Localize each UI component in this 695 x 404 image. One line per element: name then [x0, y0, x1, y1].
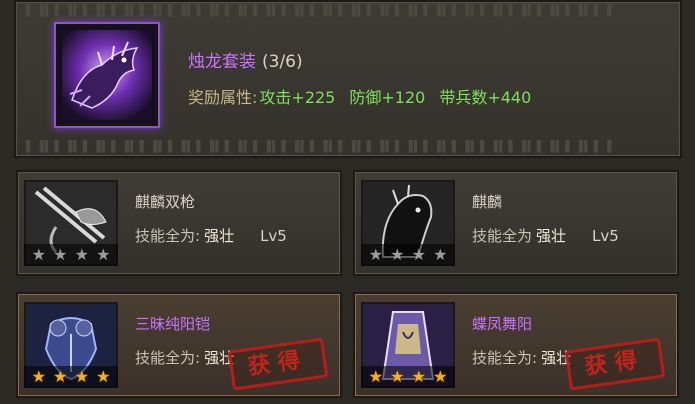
item-card-banner[interactable]: ★ ★ ★ ★ 蝶凤舞阳 技能全为: 强壮 获得 — [353, 292, 679, 398]
item-card-qilin[interactable]: ★ ★ ★ ★ 麒麟 技能全为 强壮 Lv5 — [353, 170, 679, 276]
set-name: 烛龙套装 — [188, 52, 256, 72]
skill-label: 技能全为: — [135, 349, 201, 367]
obtained-stamp: 获得 — [227, 337, 329, 391]
star-icon: ★ — [411, 367, 426, 386]
item-name: 麒麟 — [472, 193, 503, 211]
star-icon: ★ — [390, 245, 405, 264]
bonus-label: 奖励属性: — [188, 88, 258, 107]
item-card-spears[interactable]: ★ ★ ★ ★ 麒麟双枪 技能全为: 强壮 Lv5 — [16, 170, 342, 276]
star-icon: ★ — [411, 245, 426, 264]
star-icon: ★ — [96, 245, 111, 264]
star-rating: ★ ★ ★ ★ — [24, 244, 118, 266]
skill-value: 强壮 — [536, 227, 567, 245]
background-texture: ▌▐▍▌▐▍▌▐▍▌▐▍▌▐▍▌▐▍▌▐▍▌▐▍▌▐▍▌▐▍▌▐▍▌▐▍▌▐▍▌… — [26, 4, 613, 17]
bonus-troops: 带兵数+440 — [439, 88, 532, 107]
star-icon: ★ — [368, 367, 383, 386]
item-card-armor[interactable]: ★ ★ ★ ★ 三昧纯阳铠 技能全为: 强壮 获得 — [16, 292, 342, 398]
star-icon: ★ — [31, 367, 46, 386]
bonus-attack: 攻击+225 — [259, 88, 336, 107]
skill-line: 技能全为 强壮 Lv5 — [472, 225, 619, 246]
obtained-stamp: 获得 — [564, 337, 666, 391]
star-icon: ★ — [31, 245, 46, 264]
item-name: 三昧纯阳铠 — [135, 315, 211, 333]
star-rating: ★ ★ ★ ★ — [361, 244, 455, 266]
item-name: 蝶凤舞阳 — [472, 315, 533, 333]
star-icon: ★ — [96, 367, 111, 386]
set-progress: (3/6) — [262, 52, 303, 72]
skill-label: 技能全为 — [472, 227, 533, 245]
star-icon: ★ — [74, 245, 89, 264]
set-title: 烛龙套装 (3/6) — [188, 47, 303, 72]
skill-line: 技能全为: 强壮 — [135, 347, 234, 368]
star-icon: ★ — [433, 245, 448, 264]
skill-level: Lv5 — [592, 227, 619, 245]
skill-line: 技能全为: 强壮 Lv5 — [135, 225, 287, 246]
star-rating: ★ ★ ★ ★ — [361, 366, 455, 388]
bonus-defense: 防御+120 — [349, 88, 426, 107]
skill-label: 技能全为: — [135, 227, 201, 245]
skill-level: Lv5 — [260, 227, 287, 245]
skill-label: 技能全为: — [472, 349, 538, 367]
star-rating: ★ ★ ★ ★ — [24, 366, 118, 388]
star-icon: ★ — [53, 367, 68, 386]
star-icon: ★ — [53, 245, 68, 264]
set-bonus-row: 奖励属性: 攻击+225 防御+120 带兵数+440 — [188, 84, 531, 108]
skill-line: 技能全为: 强壮 — [472, 347, 571, 368]
item-name: 麒麟双枪 — [135, 193, 196, 211]
background-texture: ▌▐▍▌▐▍▌▐▍▌▐▍▌▐▍▌▐▍▌▐▍▌▐▍▌▐▍▌▐▍▌▐▍▌▐▍▌▐▍▌… — [26, 140, 613, 153]
star-icon: ★ — [433, 367, 448, 386]
star-icon: ★ — [74, 367, 89, 386]
skill-value: 强壮 — [204, 227, 235, 245]
star-icon: ★ — [390, 367, 405, 386]
star-icon: ★ — [368, 245, 383, 264]
dragon-icon[interactable] — [54, 22, 160, 128]
